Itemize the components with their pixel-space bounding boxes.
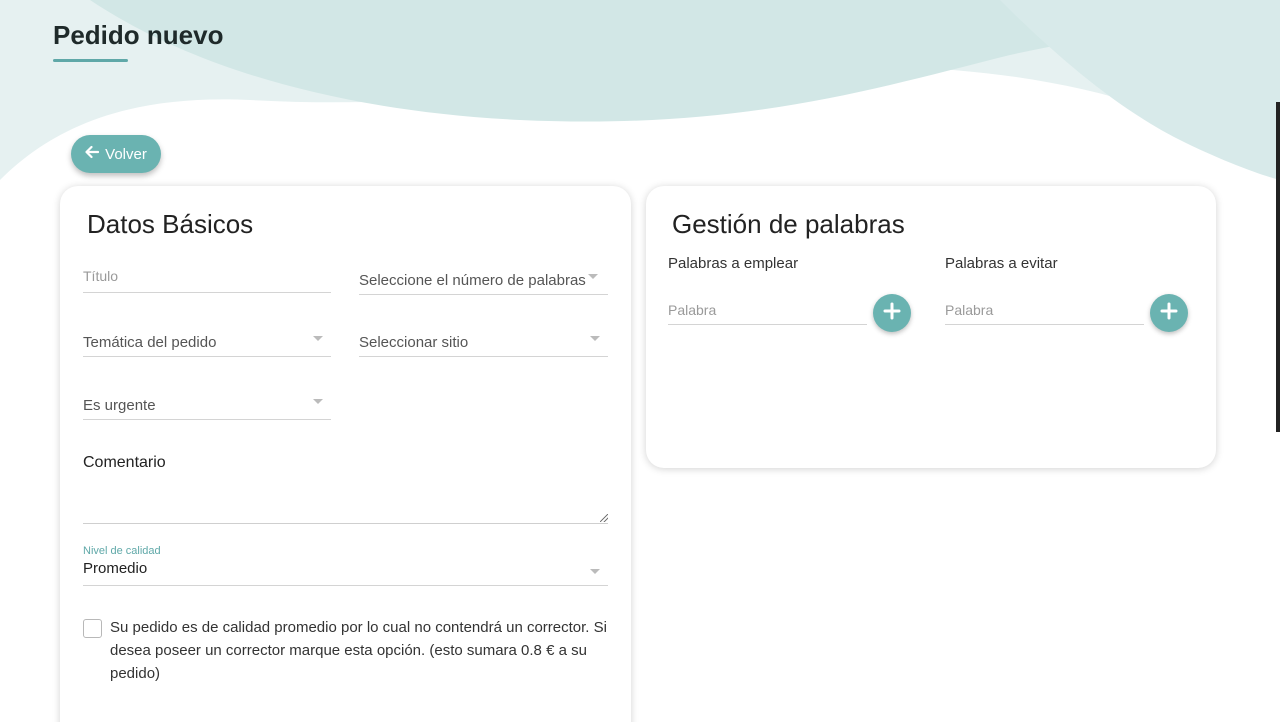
- page-scrollbar[interactable]: [1276, 102, 1280, 432]
- word-to-avoid-placeholder: Palabra: [945, 302, 994, 318]
- word-to-avoid-input[interactable]: Palabra: [945, 297, 1144, 325]
- plus-icon: [883, 302, 901, 325]
- topic-select[interactable]: Temática del pedido: [83, 329, 331, 357]
- back-button-label: Volver: [105, 145, 147, 163]
- word-count-placeholder: Seleccione el número de palabras: [359, 272, 586, 289]
- urgent-placeholder: Es urgente: [83, 397, 156, 414]
- comment-placeholder: Comentario: [83, 454, 166, 471]
- words-to-use-label: Palabras a emplear: [668, 255, 799, 272]
- back-button[interactable]: Volver: [71, 135, 161, 173]
- site-select[interactable]: Seleccionar sitio: [359, 329, 608, 357]
- comment-textarea[interactable]: Comentario: [83, 454, 608, 524]
- chevron-down-icon: [313, 399, 323, 404]
- chevron-down-icon: [590, 569, 600, 574]
- quality-value: Promedio: [83, 560, 148, 577]
- add-word-to-use-button[interactable]: [873, 294, 911, 332]
- titulo-placeholder: Título: [83, 268, 119, 284]
- word-to-use-placeholder: Palabra: [668, 302, 717, 318]
- site-placeholder: Seleccionar sitio: [359, 334, 469, 351]
- resize-handle-icon[interactable]: [600, 514, 608, 522]
- corrector-checkbox[interactable]: [83, 619, 102, 638]
- word-management-title: Gestión de palabras: [672, 209, 905, 239]
- arrow-left-icon: [85, 145, 100, 163]
- topic-placeholder: Temática del pedido: [83, 334, 217, 351]
- title-underline: [53, 59, 128, 62]
- chevron-down-icon: [590, 336, 600, 341]
- word-count-select[interactable]: Seleccione el número de palabras: [359, 267, 608, 295]
- plus-icon: [1160, 302, 1178, 325]
- words-to-avoid-label: Palabras a evitar: [945, 255, 1058, 272]
- chevron-down-icon: [313, 336, 323, 341]
- word-management-card: Gestión de palabras Palabras a emplear P…: [646, 186, 1216, 468]
- quality-select[interactable]: Promedio: [83, 558, 608, 586]
- add-word-to-avoid-button[interactable]: [1150, 294, 1188, 332]
- chevron-down-icon: [588, 274, 598, 279]
- page-title: Pedido nuevo: [53, 20, 224, 50]
- quality-label: Nivel de calidad: [83, 545, 161, 557]
- word-to-use-input[interactable]: Palabra: [668, 297, 867, 325]
- basic-data-title: Datos Básicos: [87, 209, 254, 239]
- urgent-select[interactable]: Es urgente: [83, 392, 331, 420]
- corrector-description: Su pedido es de calidad promedio por lo …: [110, 619, 607, 682]
- titulo-input[interactable]: Título: [83, 265, 331, 293]
- basic-data-card: Datos Básicos Título Seleccione el númer…: [60, 186, 631, 722]
